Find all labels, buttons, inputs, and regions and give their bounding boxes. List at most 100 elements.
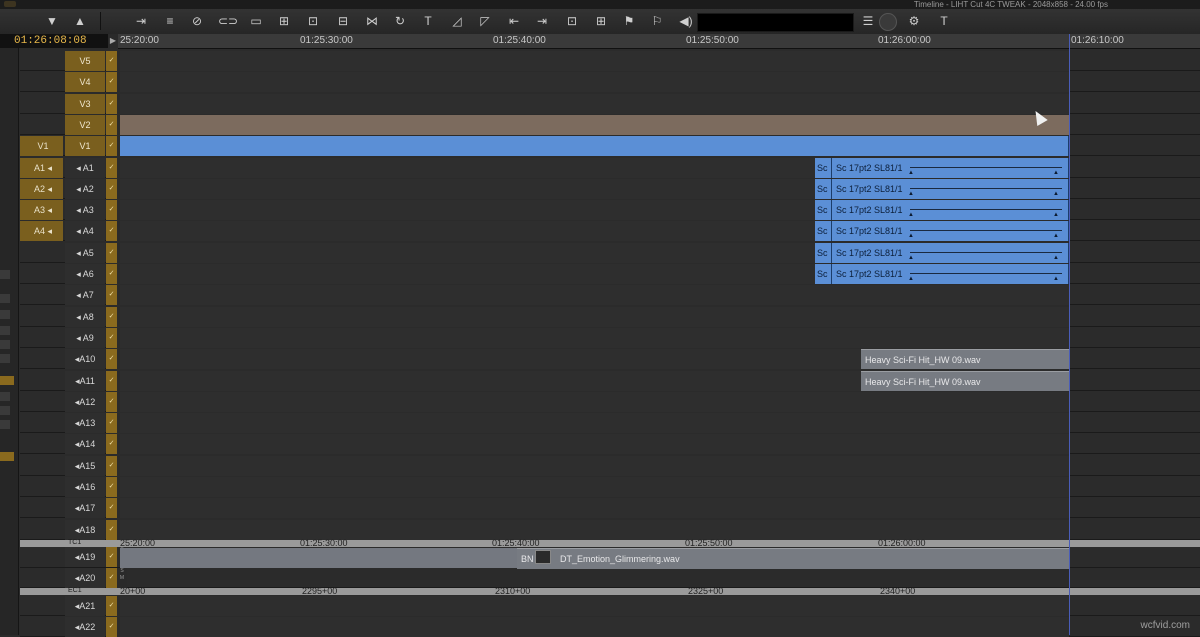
audio-clip[interactable]: Sc 17pt2 SL81/1▲▲ <box>832 200 1069 220</box>
track-name[interactable]: V5 <box>65 51 105 71</box>
volume-line[interactable] <box>910 209 1062 210</box>
audio-clip-short[interactable]: Sc <box>815 158 832 178</box>
volume-line[interactable] <box>910 167 1062 168</box>
keyframe-icon[interactable]: ▲ <box>1053 226 1059 241</box>
marker-icon[interactable]: ⚐ <box>647 12 667 30</box>
down-arrow-icon[interactable]: ▼ <box>42 12 62 30</box>
strip-button[interactable] <box>0 310 10 319</box>
window-menu-button[interactable] <box>4 1 16 7</box>
audio-clip[interactable]: Sc 17pt2 SL81/1▲▲ <box>832 179 1069 199</box>
track-area[interactable] <box>120 72 1069 92</box>
track-lock[interactable]: ✓ <box>106 413 117 433</box>
keyframe-icon[interactable]: ▲ <box>908 205 914 220</box>
track-lock[interactable]: ✓ <box>106 51 117 71</box>
track-lock[interactable]: ✓ <box>106 520 117 540</box>
track-a22[interactable]: ◂A22 ✓ SM <box>20 617 1200 637</box>
track-row[interactable]: V2✓ <box>20 115 1200 135</box>
track-row[interactable]: ◂A12✓SM <box>20 392 1200 412</box>
track-lock[interactable]: ✓ <box>106 200 117 220</box>
track-name[interactable]: ◂A18 <box>65 520 105 540</box>
title-tool-icon[interactable]: T <box>418 12 438 30</box>
track-a20[interactable]: ◂A20 ✓ SM <box>20 568 1200 588</box>
track-name[interactable]: ◂A11 <box>65 371 105 391</box>
audio-clip-short[interactable]: Sc <box>815 179 832 199</box>
track-row[interactable]: ◂ A7✓SM <box>20 285 1200 305</box>
track-row[interactable]: V1V1✓ <box>20 136 1200 156</box>
track-name[interactable]: ◂ A5 <box>65 243 105 263</box>
strip-button[interactable] <box>0 340 10 349</box>
trim-right-icon[interactable]: ⇥ <box>532 12 552 30</box>
extract-icon[interactable]: ⋈ <box>362 12 382 30</box>
track-name[interactable]: ◂ A4 <box>65 221 105 241</box>
track-lock[interactable]: ✓ <box>106 221 117 241</box>
trim-left-icon[interactable]: ⇤ <box>504 12 524 30</box>
track-monitor[interactable]: SM <box>117 568 127 588</box>
track-area[interactable] <box>120 434 1069 454</box>
track-name[interactable]: ◂A17 <box>65 498 105 518</box>
track-row[interactable]: ◂A11✓SMHeavy Sci-Fi Hit_HW 09.wav <box>20 371 1200 391</box>
track-row[interactable]: A4 ◂◂ A4✓SMScSc 17pt2 SL81/1▲▲ <box>20 221 1200 241</box>
box-icon[interactable]: ⊡ <box>562 12 582 30</box>
track-name[interactable]: ◂ A1 <box>65 158 105 178</box>
playhead[interactable] <box>1069 34 1070 635</box>
track-name[interactable]: V4 <box>65 72 105 92</box>
source-track-button[interactable]: V1 <box>20 136 63 156</box>
volume-line[interactable] <box>910 252 1062 253</box>
flag-icon[interactable]: ⚑ <box>619 12 639 30</box>
track-row[interactable]: A2 ◂◂ A2✓SMScSc 17pt2 SL81/1▲▲ <box>20 179 1200 199</box>
lift-icon[interactable]: ⊟ <box>333 12 353 30</box>
keyframe-icon[interactable]: ▲ <box>1053 184 1059 199</box>
track-name[interactable]: ◂A20 <box>65 568 105 588</box>
v1-clip[interactable] <box>120 136 1069 156</box>
track-lock[interactable]: ✓ <box>106 371 117 391</box>
track-lock[interactable]: ✓ <box>106 477 117 497</box>
record-button[interactable] <box>879 13 897 31</box>
keyframe-icon[interactable]: ▲ <box>908 163 914 178</box>
keyframe-icon[interactable]: ▲ <box>1053 205 1059 220</box>
matchframe-icon[interactable]: ⊡ <box>303 12 323 30</box>
strip-button[interactable] <box>0 354 10 363</box>
keyframe-icon[interactable]: ▲ <box>1053 163 1059 178</box>
strip-button[interactable] <box>0 406 10 415</box>
track-lock[interactable]: ✓ <box>106 498 117 518</box>
track-a21[interactable]: ◂A21 ✓ SM <box>20 596 1200 616</box>
track-lock[interactable]: ✓ <box>106 94 117 114</box>
track-lock[interactable]: ✓ <box>106 307 117 327</box>
track-lock[interactable]: ✓ <box>106 136 117 156</box>
up-arrow-icon[interactable]: ▲ <box>70 12 90 30</box>
source-track-button[interactable]: A4 ◂ <box>20 221 63 241</box>
track-name[interactable]: ◂A14 <box>65 434 105 454</box>
grid-icon[interactable]: ⊞ <box>274 12 294 30</box>
track-name[interactable]: ◂A12 <box>65 392 105 412</box>
source-track-button[interactable]: A1 ◂ <box>20 158 63 178</box>
strip-button[interactable] <box>0 270 10 279</box>
timecode-ruler[interactable]: 25:20:00 01:25:30:00 01:25:40:00 01:25:5… <box>118 34 1200 49</box>
track-row[interactable]: V5✓ <box>20 51 1200 71</box>
track-row[interactable]: ◂A14✓SM <box>20 434 1200 454</box>
track-lock[interactable]: ✓ <box>106 547 117 567</box>
track-name[interactable]: ◂ A3 <box>65 200 105 220</box>
track-lock[interactable]: ✓ <box>106 115 117 135</box>
strip-button-active[interactable] <box>0 452 14 461</box>
track-name[interactable]: ◂A10 <box>65 349 105 369</box>
refresh-icon[interactable]: ↻ <box>390 12 410 30</box>
audio-clip-short[interactable]: Sc <box>815 200 832 220</box>
audio-clip-short[interactable]: Sc <box>815 243 832 263</box>
v2-clip[interactable] <box>120 115 1069 135</box>
strip-button[interactable] <box>0 392 10 401</box>
track-name[interactable]: ◂A22 <box>65 617 105 637</box>
track-lock[interactable]: ✓ <box>106 392 117 412</box>
track-lock[interactable]: ✓ <box>106 158 117 178</box>
audio-clip-short[interactable]: Sc <box>815 264 832 284</box>
track-name[interactable]: ◂A16 <box>65 477 105 497</box>
speaker-icon[interactable]: ◀) <box>676 12 696 30</box>
track-row[interactable]: V4✓ <box>20 72 1200 92</box>
track-name[interactable]: ◂ A6 <box>65 264 105 284</box>
track-lock[interactable]: ✓ <box>106 456 117 476</box>
splice-in-icon[interactable]: ⇥ <box>131 12 151 30</box>
track-area[interactable] <box>120 94 1069 114</box>
track-row[interactable]: ◂A16✓SM <box>20 477 1200 497</box>
current-timecode-display[interactable]: 01:26:08:08 <box>0 34 108 48</box>
timecode-entry-field[interactable] <box>697 13 854 32</box>
keyframe-icon[interactable]: ▲ <box>908 269 914 284</box>
